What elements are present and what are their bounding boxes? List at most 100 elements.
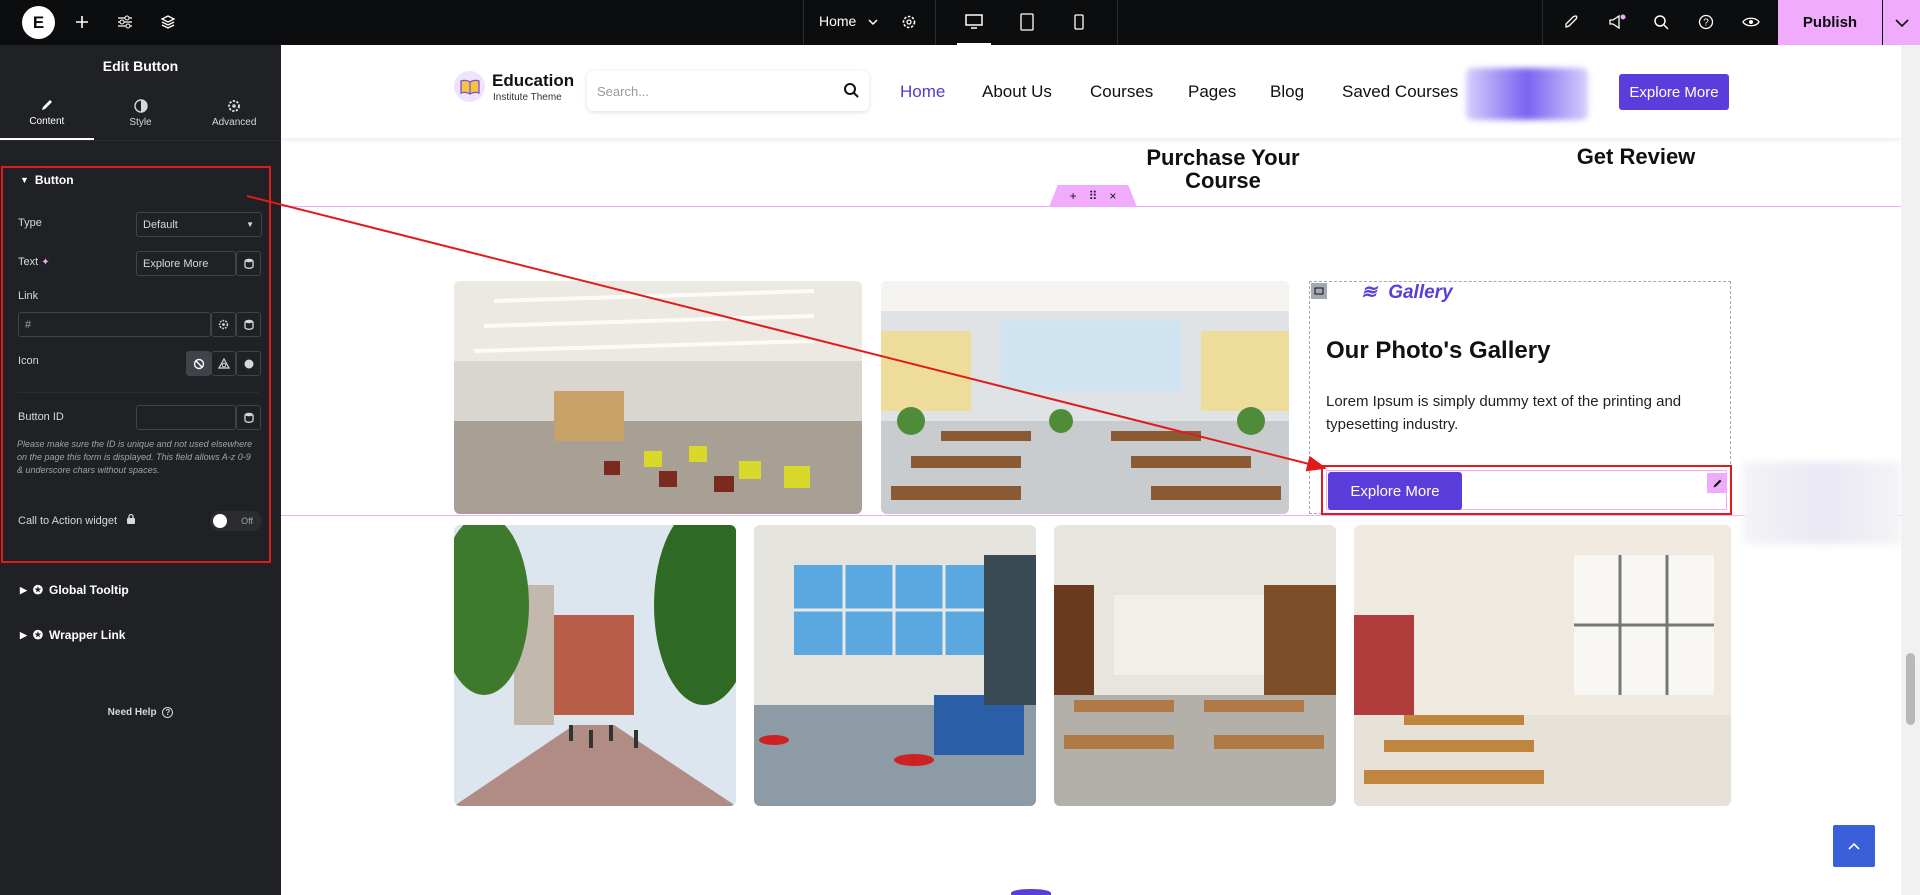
- page-name: Home: [819, 13, 857, 29]
- settings-sliders-icon[interactable]: [114, 11, 136, 33]
- scroll-to-top-button[interactable]: [1833, 825, 1875, 867]
- header-explore-more-button[interactable]: Explore More: [1619, 74, 1729, 110]
- dynamic-tags-icon[interactable]: [236, 312, 261, 337]
- site-header: Education Institute Theme Search... Home…: [281, 45, 1901, 138]
- cta-widget-label-text: Call to Action widget: [18, 515, 118, 527]
- help-icon: ?: [162, 707, 174, 718]
- section-button-toggle[interactable]: ▼ Button: [20, 173, 74, 187]
- text-label-text: Text: [18, 256, 39, 268]
- upload-svg-icon[interactable]: [236, 351, 261, 376]
- gallery-photo-2[interactable]: [881, 281, 1289, 514]
- gallery-explore-more-button[interactable]: Explore More: [1328, 472, 1462, 510]
- section-global-tooltip[interactable]: ▶ ✪ Global Tooltip: [20, 583, 129, 597]
- add-section-icon[interactable]: +: [1070, 189, 1077, 203]
- scrollbar-thumb[interactable]: [1906, 653, 1915, 725]
- editor-topbar: E Home ? Publish: [0, 0, 1920, 45]
- help-icon[interactable]: ?: [1695, 11, 1717, 33]
- tab-style[interactable]: Style: [94, 87, 188, 140]
- blurred-element: [1466, 68, 1588, 120]
- search-icon[interactable]: [843, 82, 859, 98]
- column-handle-icon[interactable]: [1311, 283, 1327, 299]
- edit-widget-pencil-icon[interactable]: [1707, 473, 1727, 493]
- pro-widget-icon: ✪: [32, 583, 43, 597]
- section-wrapper-link[interactable]: ▶ ✪ Wrapper Link: [20, 628, 125, 642]
- next-section-shape: [1011, 889, 1051, 895]
- drag-handle-icon[interactable]: ⠿: [1089, 189, 1098, 203]
- search-icon[interactable]: [1650, 11, 1672, 33]
- section-button-title: Button: [34, 173, 74, 187]
- nav-pages[interactable]: Pages: [1188, 82, 1236, 102]
- chevron-up-icon: [1848, 842, 1860, 850]
- gallery-title: Our Photo's Gallery: [1326, 337, 1551, 364]
- nav-courses[interactable]: Courses: [1090, 82, 1153, 102]
- gallery-photo-4[interactable]: [754, 525, 1036, 806]
- nav-saved-courses[interactable]: Saved Courses: [1342, 82, 1458, 102]
- brand-name[interactable]: Education: [492, 71, 574, 91]
- gallery-tag-label: Gallery: [1388, 282, 1453, 303]
- dynamic-tags-icon[interactable]: [236, 405, 261, 430]
- rocket-icon[interactable]: [1560, 11, 1582, 33]
- link-value: #: [25, 318, 32, 331]
- gallery-photo-6[interactable]: [1354, 525, 1731, 806]
- chevron-down-icon[interactable]: [1883, 0, 1920, 45]
- cta-widget-toggle[interactable]: Off: [210, 511, 262, 531]
- wrapper-link-label: Wrapper Link: [48, 628, 126, 642]
- lock-icon: [126, 513, 136, 527]
- no-icon-option-icon[interactable]: [186, 351, 211, 376]
- nav-home[interactable]: Home: [900, 82, 945, 102]
- button-id-note: Please make sure the ID is unique and no…: [17, 439, 253, 475]
- toggle-knob: [213, 514, 227, 528]
- icon-library-icon[interactable]: [211, 351, 236, 376]
- icon-label: Icon: [18, 355, 39, 367]
- link-input[interactable]: #: [18, 312, 211, 337]
- contrast-icon: [133, 99, 148, 113]
- toggle-state: Off: [241, 516, 253, 526]
- nav-blog[interactable]: Blog: [1270, 82, 1304, 102]
- eye-icon[interactable]: [1740, 11, 1762, 33]
- cta-widget-label: Call to Action widget: [18, 513, 136, 527]
- gear-icon: [228, 100, 241, 112]
- button-id-label: Button ID: [18, 411, 64, 423]
- section-handle[interactable]: + ⠿ ×: [1049, 185, 1137, 207]
- edit-panel: Edit Button Content Style Advanced ▼ But…: [0, 45, 281, 895]
- mobile-icon[interactable]: [1068, 11, 1090, 33]
- publish-button[interactable]: Publish: [1778, 0, 1882, 45]
- nav-about-us[interactable]: About Us: [982, 82, 1052, 102]
- tablet-icon[interactable]: [1016, 11, 1038, 33]
- text-input[interactable]: Explore More: [136, 251, 236, 276]
- layers-icon[interactable]: [157, 11, 179, 33]
- need-help-text: Need Help: [107, 707, 157, 718]
- gear-icon[interactable]: [898, 11, 920, 33]
- need-help-link[interactable]: Need Help ?: [0, 707, 281, 718]
- type-select[interactable]: Default ▼: [136, 212, 262, 237]
- caret-right-icon: ▶: [20, 629, 27, 640]
- text-label: Text ✦: [18, 256, 50, 268]
- preview-scrollbar[interactable]: [1901, 45, 1920, 895]
- ai-sparkle-icon[interactable]: ✦: [41, 257, 49, 268]
- elementor-logo[interactable]: E: [22, 6, 55, 39]
- type-label: Type: [18, 217, 42, 229]
- text-input-value: Explore More: [143, 257, 209, 270]
- dynamic-tags-icon[interactable]: [236, 251, 261, 276]
- brand-book-icon[interactable]: [454, 71, 485, 102]
- step-purchase-line2: Course: [1185, 168, 1261, 193]
- panel-title: Edit Button: [102, 58, 179, 74]
- tab-content[interactable]: Content: [0, 87, 94, 140]
- tab-advanced[interactable]: Advanced: [187, 87, 281, 140]
- megaphone-icon[interactable]: [1606, 11, 1628, 33]
- tab-style-label: Style: [129, 117, 152, 128]
- page-selector[interactable]: Home: [819, 13, 878, 29]
- gallery-photo-3[interactable]: [454, 525, 736, 806]
- blurred-element: [1743, 462, 1901, 544]
- section-outline-bottom: [281, 515, 1901, 516]
- link-options-gear-icon[interactable]: [211, 312, 236, 337]
- gallery-photo-5[interactable]: [1054, 525, 1336, 806]
- site-search-input[interactable]: Search...: [587, 71, 869, 111]
- delete-section-icon[interactable]: ×: [1109, 189, 1116, 203]
- desktop-icon[interactable]: [957, 0, 991, 45]
- gallery-photo-1[interactable]: [454, 281, 862, 514]
- button-id-input[interactable]: [136, 405, 236, 430]
- caret-right-icon: ▶: [20, 584, 27, 595]
- step-purchase-title: Purchase Your Course: [1143, 146, 1303, 192]
- add-icon[interactable]: [71, 11, 93, 33]
